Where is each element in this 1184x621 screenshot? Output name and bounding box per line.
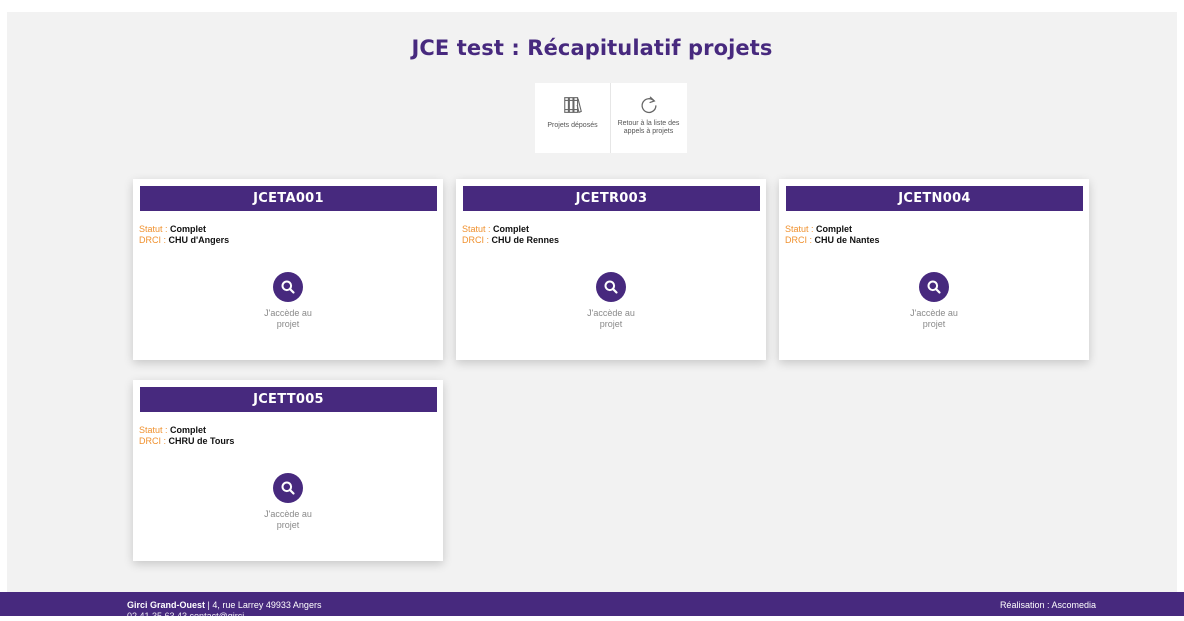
statut-label: Statut : bbox=[785, 224, 814, 234]
search-icon bbox=[281, 280, 295, 294]
books-icon bbox=[563, 97, 582, 114]
projets-deposes-button[interactable]: Projets déposés bbox=[535, 83, 610, 153]
drci-label: DRCI : bbox=[139, 235, 166, 245]
project-info: Statut : Complet DRCI : CHU d'Angers bbox=[139, 224, 229, 246]
open-project-label[interactable]: J'accède au projet bbox=[904, 308, 964, 330]
statut-label: Statut : bbox=[462, 224, 491, 234]
open-project-label[interactable]: J'accède au projet bbox=[581, 308, 641, 330]
open-project-link[interactable]: J'accède au projet bbox=[133, 473, 443, 531]
retour-liste-button[interactable]: Retour à la liste des appels à projets bbox=[610, 83, 686, 153]
project-info: Statut : Complet DRCI : CHRU de Tours bbox=[139, 425, 234, 447]
drci-value: CHU de Rennes bbox=[491, 235, 560, 245]
search-button[interactable] bbox=[596, 272, 626, 302]
statut-value: Complet bbox=[816, 224, 853, 234]
search-icon bbox=[604, 280, 618, 294]
project-card: JCETA001 Statut : Complet DRCI : CHU d'A… bbox=[133, 179, 443, 360]
project-code: JCETA001 bbox=[140, 186, 437, 211]
search-button[interactable] bbox=[273, 473, 303, 503]
search-button[interactable] bbox=[273, 272, 303, 302]
project-code: JCETR003 bbox=[463, 186, 760, 211]
drci-value: CHRU de Tours bbox=[168, 436, 235, 446]
statut-value: Complet bbox=[493, 224, 530, 234]
project-code: JCETN004 bbox=[786, 186, 1083, 211]
statut-label: Statut : bbox=[139, 425, 168, 435]
page-title: JCE test : Récapitulatif projets bbox=[411, 36, 773, 60]
footer-org: Girci Grand-Ouest bbox=[127, 600, 206, 610]
project-card: JCETT005 Statut : Complet DRCI : CHRU de… bbox=[133, 380, 443, 561]
open-project-label[interactable]: J'accède au projet bbox=[258, 308, 318, 330]
search-button[interactable] bbox=[919, 272, 949, 302]
footer: Girci Grand-Ouest | 4, rue Larrey 49933 … bbox=[0, 592, 1184, 621]
open-project-link[interactable]: J'accède au projet bbox=[779, 272, 1089, 330]
statut-value: Complet bbox=[170, 425, 207, 435]
search-icon bbox=[927, 280, 941, 294]
project-card: JCETR003 Statut : Complet DRCI : CHU de … bbox=[456, 179, 766, 360]
open-project-link[interactable]: J'accède au projet bbox=[456, 272, 766, 330]
drci-label: DRCI : bbox=[139, 436, 166, 446]
footer-contact[interactable]: 02 41 35 63 43 contact@girci... bbox=[127, 611, 252, 621]
drci-value: CHU d'Angers bbox=[168, 235, 230, 245]
statut-value: Complet bbox=[170, 224, 207, 234]
project-card: JCETN004 Statut : Complet DRCI : CHU de … bbox=[779, 179, 1089, 360]
action-bar: Projets déposés Retour à la liste des ap… bbox=[535, 83, 687, 153]
footer-credit[interactable]: Réalisation : Ascomedia bbox=[1000, 600, 1096, 610]
retour-liste-label: Retour à la liste des appels à projets bbox=[617, 120, 680, 135]
drci-label: DRCI : bbox=[462, 235, 489, 245]
statut-label: Statut : bbox=[139, 224, 168, 234]
drci-label: DRCI : bbox=[785, 235, 812, 245]
drci-value: CHU de Nantes bbox=[814, 235, 880, 245]
open-project-link[interactable]: J'accède au projet bbox=[133, 272, 443, 330]
projets-deposes-label: Projets déposés bbox=[547, 122, 598, 129]
refresh-icon bbox=[641, 96, 657, 114]
search-icon bbox=[281, 481, 295, 495]
project-info: Statut : Complet DRCI : CHU de Rennes bbox=[462, 224, 559, 246]
project-info: Statut : Complet DRCI : CHU de Nantes bbox=[785, 224, 880, 246]
project-code: JCETT005 bbox=[140, 387, 437, 412]
footer-address: | 4, rue Larrey 49933 Angers bbox=[205, 600, 322, 610]
footer-address-block: Girci Grand-Ouest | 4, rue Larrey 49933 … bbox=[127, 600, 322, 621]
open-project-label[interactable]: J'accède au projet bbox=[258, 509, 318, 531]
